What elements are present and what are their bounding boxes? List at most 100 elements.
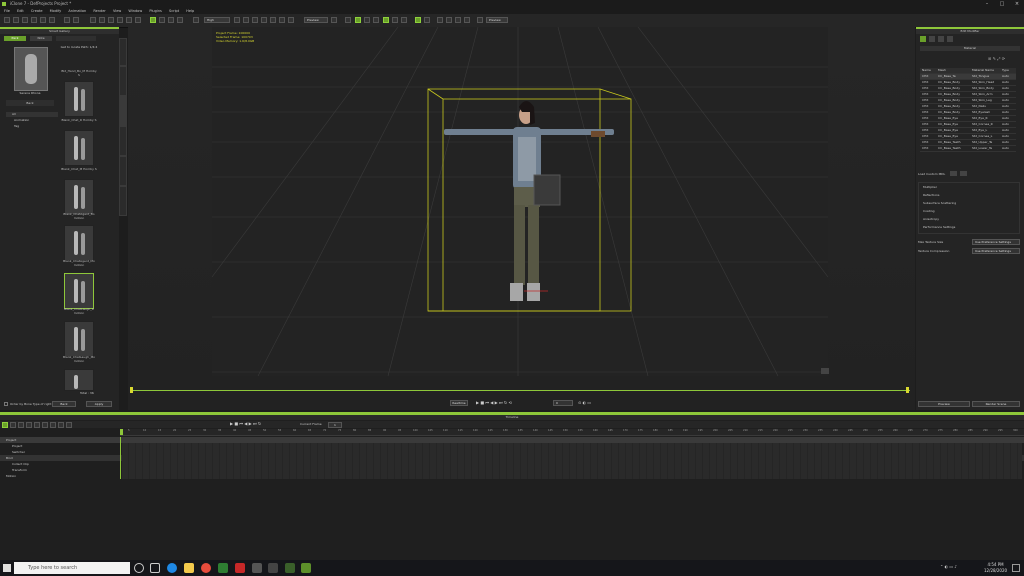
fit-icon[interactable] <box>252 17 258 23</box>
section-performance[interactable]: Performance Settings <box>919 223 1019 231</box>
side-tab-apply[interactable] <box>119 96 127 126</box>
tree-item-all[interactable]: All <box>6 112 58 117</box>
timeline-ruler[interactable]: 5 10 15 20 25 30 35 40 45 50 55 60 65 70 75 80 85 90 95 100… <box>120 429 1024 436</box>
iclone-icon[interactable] <box>285 563 295 573</box>
motion-thumb[interactable] <box>64 321 94 357</box>
tab-note[interactable]: Note <box>30 36 52 41</box>
spreadsheet-icon[interactable] <box>218 563 228 573</box>
menu-edit[interactable]: Edit <box>17 9 24 13</box>
preview-dropdown[interactable]: Preview <box>304 17 328 23</box>
time-slider[interactable] <box>132 390 910 391</box>
motion-thumb[interactable] <box>64 225 94 261</box>
timeline-sound-icon[interactable] <box>26 422 32 428</box>
motion-thumb[interactable] <box>64 179 94 215</box>
perf-dropdown[interactable]: Preview <box>486 17 508 23</box>
wire-icon[interactable] <box>168 17 174 23</box>
tray-icons[interactable]: ⌃ ◐ ▭ ♪ <box>940 564 957 569</box>
render-scene-button[interactable]: Render Scene <box>972 401 1020 407</box>
mocap-icon[interactable] <box>373 17 379 23</box>
section-anisotropy[interactable]: Anisotropy <box>919 215 1019 223</box>
apply-button[interactable]: Apply <box>86 401 112 407</box>
snap-icon[interactable] <box>126 17 132 23</box>
fov-icon[interactable] <box>288 17 294 23</box>
material-tools-icons[interactable]: ⊞ ✎ ⤢ ⟳ <box>988 56 1005 61</box>
motion-thumb[interactable] <box>64 130 94 166</box>
slider-end-marker[interactable] <box>906 387 909 393</box>
section-multiplier[interactable]: Multiplier <box>919 183 1019 191</box>
close-icon[interactable]: × <box>1010 0 1024 8</box>
gallery-search[interactable] <box>56 36 96 41</box>
transform-icon[interactable] <box>135 17 141 23</box>
material-tab-icon[interactable] <box>947 36 953 42</box>
rotate-icon[interactable] <box>108 17 114 23</box>
pan-icon[interactable] <box>261 17 267 23</box>
tab-pack[interactable]: Pack <box>4 36 26 41</box>
face-icon[interactable] <box>446 17 452 23</box>
tree-item-tag[interactable]: Tag <box>14 124 19 128</box>
max-texture-dropdown[interactable]: Use Preference Settings <box>972 239 1020 245</box>
gizmo-icon[interactable] <box>355 17 361 23</box>
export-icon[interactable] <box>40 17 46 23</box>
render-icon[interactable] <box>49 17 55 23</box>
redo-icon[interactable] <box>73 17 79 23</box>
camera-switch-icon[interactable] <box>464 17 470 23</box>
lip-icon[interactable] <box>455 17 461 23</box>
motion-thumb[interactable] <box>64 81 94 117</box>
section-subsurface[interactable]: Subsurface Scattering <box>919 199 1019 207</box>
timeline-mark-icon[interactable] <box>66 422 72 428</box>
section-coating[interactable]: Coating <box>919 207 1019 215</box>
monitor-icon[interactable] <box>477 17 483 23</box>
iclone-active-icon[interactable] <box>301 563 311 573</box>
order-checkbox[interactable] <box>4 402 8 406</box>
acrobat-icon[interactable] <box>235 563 245 573</box>
edit-motion-icon[interactable] <box>383 17 389 23</box>
select-icon[interactable] <box>90 17 96 23</box>
paint-icon[interactable] <box>159 17 165 23</box>
menu-file[interactable]: File <box>4 9 10 13</box>
motion-tab-icon[interactable] <box>929 36 935 42</box>
new-icon[interactable] <box>4 17 10 23</box>
tree-item-animation[interactable]: Animation <box>14 118 29 122</box>
side-tab-smart-gallery[interactable] <box>119 66 127 96</box>
task-view-icon[interactable] <box>150 563 160 573</box>
avatar-thumb[interactable] <box>14 47 48 91</box>
app-icon-1[interactable] <box>252 563 262 573</box>
menu-render[interactable]: Render <box>93 9 105 13</box>
clock[interactable]: 4:54 PM 12/28/2020 <box>984 562 1007 574</box>
timeline-motion-icon[interactable] <box>42 422 48 428</box>
undo-icon[interactable] <box>64 17 70 23</box>
menu-create[interactable]: Create <box>31 9 43 13</box>
chrome-icon[interactable] <box>201 563 211 573</box>
side-tab-hub[interactable] <box>119 38 127 66</box>
start-icon[interactable] <box>3 564 11 572</box>
scale-icon[interactable] <box>117 17 123 23</box>
orbit-icon[interactable] <box>270 17 276 23</box>
timeline-key-icon[interactable] <box>10 422 16 428</box>
puppet-icon[interactable] <box>401 17 407 23</box>
menu-view[interactable]: View <box>113 9 121 13</box>
timeline-filter-icon[interactable] <box>2 422 8 428</box>
menu-help[interactable]: Help <box>186 9 194 13</box>
timeline-layer-icon[interactable] <box>34 422 40 428</box>
bone-icon[interactable] <box>364 17 370 23</box>
open-icon[interactable] <box>13 17 19 23</box>
realtime-dropdown[interactable]: Realtime <box>450 400 468 406</box>
pick-icon[interactable] <box>150 17 156 23</box>
shade-icon[interactable] <box>177 17 183 23</box>
transport-controls[interactable]: ▶ ■ ⏮ ◀ ▶ ⏭ ↻ ⟲ <box>476 400 512 405</box>
morph-icon[interactable] <box>437 17 443 23</box>
viewport-corner-button[interactable] <box>821 368 829 374</box>
motion-thumb-selected[interactable] <box>64 273 94 309</box>
explorer-icon[interactable] <box>184 563 194 573</box>
side-tab-scene[interactable] <box>119 126 127 156</box>
slider-start-marker[interactable] <box>130 387 133 393</box>
menu-script[interactable]: Script <box>169 9 179 13</box>
load-mdl-options-button[interactable] <box>960 171 967 176</box>
camera-icon[interactable] <box>234 17 240 23</box>
menu-modify[interactable]: Modify <box>50 9 62 13</box>
track-content-area[interactable] <box>122 443 1022 479</box>
modify-tab-icon[interactable] <box>920 36 926 42</box>
load-mdl-button[interactable] <box>950 171 957 176</box>
taskbar-search[interactable]: Type here to search <box>14 562 130 574</box>
cortana-icon[interactable] <box>134 563 144 573</box>
